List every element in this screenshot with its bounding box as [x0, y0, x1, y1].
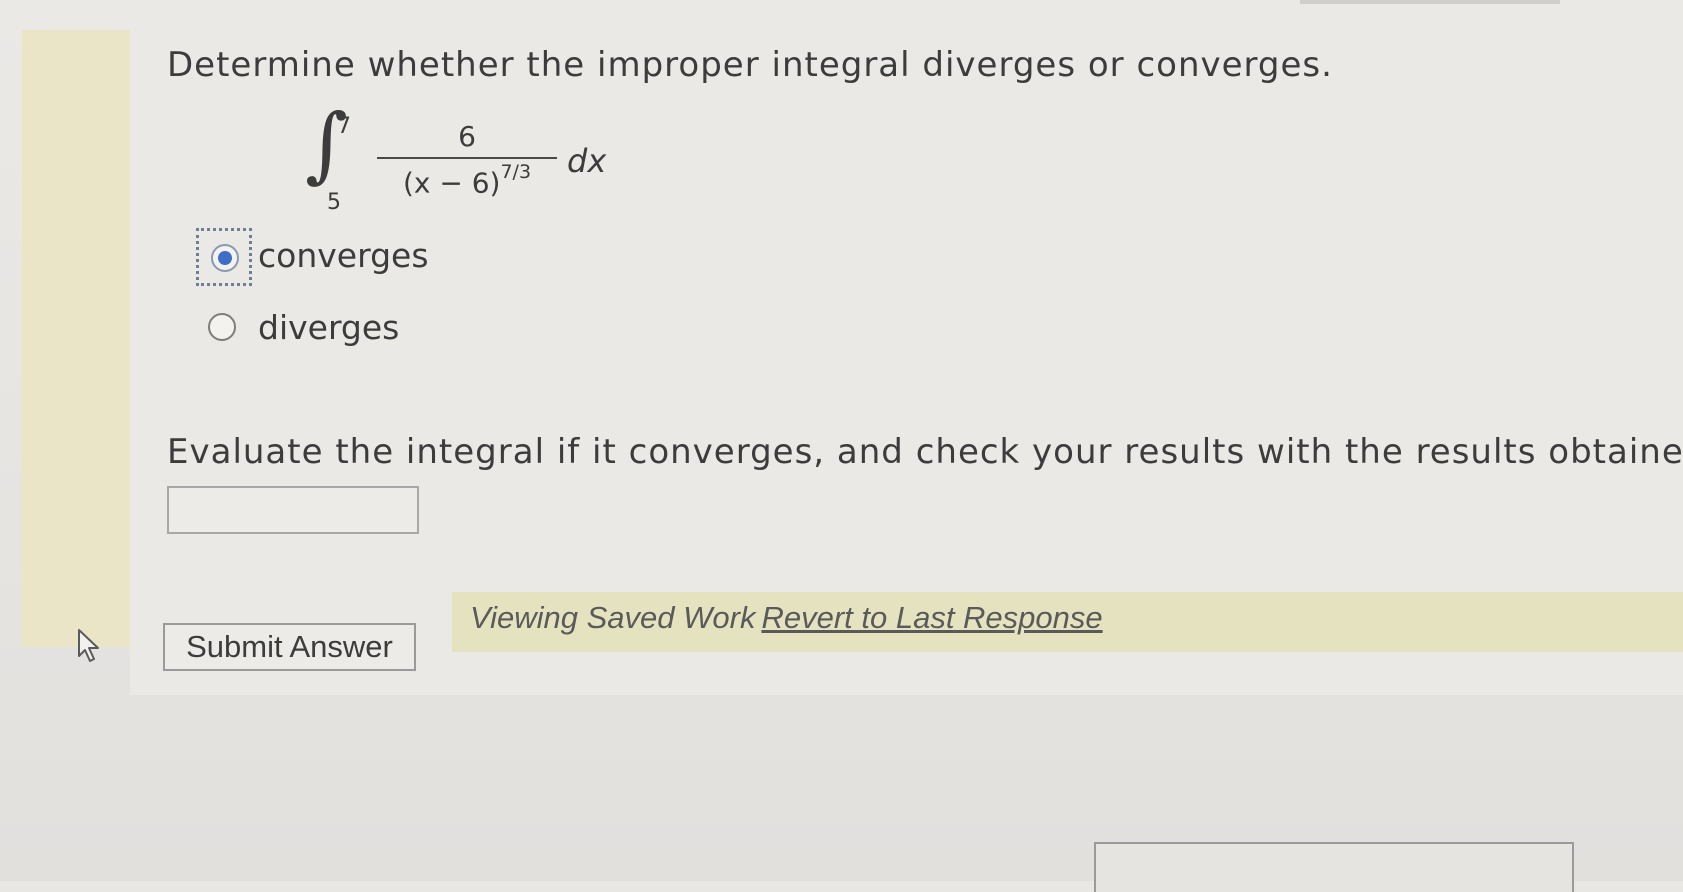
radio-converges[interactable] — [211, 244, 239, 272]
option-converges-label[interactable]: converges — [258, 236, 429, 275]
option-converges[interactable]: converges — [196, 228, 496, 286]
radio-focus-ring — [196, 228, 252, 286]
integrand-numerator: 6 — [458, 120, 476, 153]
saved-work-banner: Viewing Saved Work Revert to Last Respons… — [452, 592, 1683, 652]
denominator-exponent: 7/3 — [500, 161, 532, 183]
integral-upper-limit: 7 — [337, 114, 351, 139]
option-diverges-label[interactable]: diverges — [258, 308, 399, 347]
radio-wrap-diverges — [196, 300, 252, 358]
fraction-bar — [377, 157, 557, 159]
integral-lower-limit: 5 — [327, 190, 341, 215]
option-diverges[interactable]: diverges — [196, 300, 496, 358]
top-edge-element — [1300, 0, 1560, 4]
answer-input[interactable] — [167, 486, 419, 534]
integrand-fraction: 6 (x − 6)7/3 — [377, 120, 557, 199]
left-highlight-strip — [22, 30, 130, 647]
integral-expression: ∫ 7 5 6 (x − 6)7/3 dx — [305, 104, 625, 220]
mouse-pointer-icon — [78, 629, 99, 662]
saved-work-text: Viewing Saved Work — [470, 600, 756, 635]
question-prompt: Determine whether the improper integral … — [167, 45, 1333, 85]
evaluate-prompt: Evaluate the integral if it converges, a… — [167, 432, 1683, 472]
integral-differential: dx — [567, 142, 607, 180]
revert-link[interactable]: Revert to Last Response — [761, 600, 1102, 635]
integrand-denominator: (x − 6)7/3 — [377, 161, 557, 200]
denominator-base: (x − 6) — [402, 166, 501, 200]
saved-work-status: Viewing Saved Work Revert to Last Respons… — [470, 600, 1103, 636]
bottom-partial-box[interactable] — [1094, 842, 1574, 892]
radio-diverges[interactable] — [208, 313, 236, 341]
submit-answer-button[interactable]: Submit Answer — [163, 623, 416, 671]
